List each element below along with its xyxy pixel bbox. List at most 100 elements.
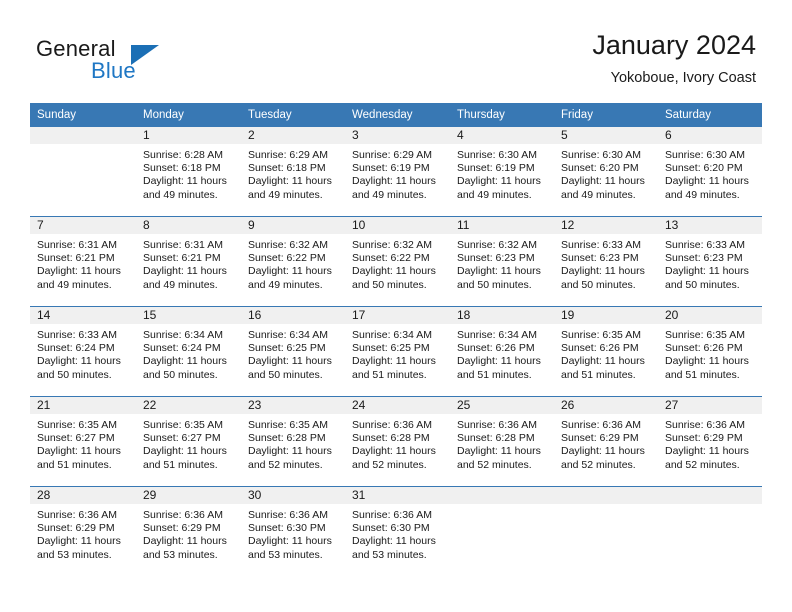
sunrise-time: Sunrise: 6:34 AM [457,329,537,341]
calendar-cell-day[interactable]: 5 Sunrise: 6:30 AM Sunset: 6:20 PM Daylight… [554,127,658,217]
sunrise-time: Sunrise: 6:36 AM [143,509,223,521]
sunset-time: Sunset: 6:26 PM [457,342,535,355]
day-number: 30 [241,487,345,504]
weekday-header-tuesday: Tuesday [241,103,345,127]
day-cell: 14 Sunrise: 6:33 AM Sunset: 6:24 PM Dayligh… [30,307,136,396]
weekday-header-sunday: Sunday [30,103,136,127]
calendar-cell-day[interactable]: 16 Sunrise: 6:34 AM Sunset: 6:25 PM Dayligh… [241,306,345,397]
day-details: Sunrise: 6:34 AM Sunset: 6:26 PM Daylight:… [450,324,554,382]
calendar-cell-day[interactable]: 9 Sunrise: 6:32 AM Sunset: 6:22 PM Daylight… [241,216,345,307]
day-cell: 13 Sunrise: 6:33 AM Sunset: 6:23 PM Dayligh… [658,217,762,306]
daylight-duration-line2: and 53 minutes. [352,548,427,561]
calendar-cell-day[interactable]: 28 Sunrise: 6:36 AM Sunset: 6:29 PM Dayligh… [30,486,136,576]
day-cell: 30 Sunrise: 6:36 AM Sunset: 6:30 PM Dayligh… [241,487,345,576]
daylight-duration-line2: and 52 minutes. [665,458,740,471]
sunrise-time: Sunrise: 6:36 AM [248,509,328,521]
sunrise-time: Sunrise: 6:28 AM [143,149,223,161]
calendar-cell-empty [450,486,554,576]
daylight-duration-line1: Daylight: 11 hours [37,535,121,548]
calendar-cell-day[interactable]: 15 Sunrise: 6:34 AM Sunset: 6:24 PM Dayligh… [136,306,241,397]
day-number: 26 [554,397,658,414]
calendar-cell-day[interactable]: 7 Sunrise: 6:31 AM Sunset: 6:21 PM Daylight… [30,216,136,307]
calendar-cell-day[interactable]: 4 Sunrise: 6:30 AM Sunset: 6:19 PM Daylight… [450,127,554,217]
daylight-duration-line2: and 51 minutes. [561,368,636,381]
day-number: 22 [136,397,241,414]
daylight-duration-line2: and 49 minutes. [665,188,740,201]
day-details: Sunrise: 6:34 AM Sunset: 6:25 PM Daylight:… [345,324,450,382]
daylight-duration-line2: and 51 minutes. [665,368,740,381]
day-cell [450,487,554,576]
sunset-time: Sunset: 6:25 PM [248,342,326,355]
sunrise-time: Sunrise: 6:33 AM [665,239,745,251]
daylight-duration-line2: and 51 minutes. [37,458,112,471]
calendar-cell-day[interactable]: 2 Sunrise: 6:29 AM Sunset: 6:18 PM Daylight… [241,127,345,217]
calendar-cell-day[interactable]: 8 Sunrise: 6:31 AM Sunset: 6:21 PM Daylight… [136,216,241,307]
day-details: Sunrise: 6:33 AM Sunset: 6:23 PM Daylight:… [554,234,658,292]
daylight-duration-line1: Daylight: 11 hours [143,355,227,368]
sunrise-time: Sunrise: 6:35 AM [143,419,223,431]
calendar-week-row: 14 Sunrise: 6:33 AM Sunset: 6:24 PM Dayligh… [30,306,762,397]
day-cell: 10 Sunrise: 6:32 AM Sunset: 6:22 PM Dayligh… [345,217,450,306]
calendar-cell-day[interactable]: 6 Sunrise: 6:30 AM Sunset: 6:20 PM Daylight… [658,127,762,217]
calendar-cell-day[interactable]: 29 Sunrise: 6:36 AM Sunset: 6:29 PM Dayligh… [136,486,241,576]
calendar-cell-empty [554,486,658,576]
day-details: Sunrise: 6:33 AM Sunset: 6:23 PM Daylight:… [658,234,762,292]
day-cell: 16 Sunrise: 6:34 AM Sunset: 6:25 PM Dayligh… [241,307,345,396]
daylight-duration-line1: Daylight: 11 hours [665,445,749,458]
sunset-time: Sunset: 6:20 PM [561,162,639,175]
calendar-cell-day[interactable]: 25 Sunrise: 6:36 AM Sunset: 6:28 PM Dayligh… [450,396,554,487]
day-number: 2 [241,127,345,144]
sunrise-time: Sunrise: 6:30 AM [665,149,745,161]
calendar-body: 1 Sunrise: 6:28 AM Sunset: 6:18 PM Daylight… [30,127,762,576]
daylight-duration-line1: Daylight: 11 hours [248,535,332,548]
calendar-cell-day[interactable]: 19 Sunrise: 6:35 AM Sunset: 6:26 PM Dayligh… [554,306,658,397]
day-number [450,487,554,504]
calendar-cell-day[interactable]: 1 Sunrise: 6:28 AM Sunset: 6:18 PM Daylight… [136,127,241,217]
day-cell: 24 Sunrise: 6:36 AM Sunset: 6:28 PM Dayligh… [345,397,450,486]
calendar-cell-day[interactable]: 20 Sunrise: 6:35 AM Sunset: 6:26 PM Dayligh… [658,306,762,397]
calendar-cell-day[interactable]: 27 Sunrise: 6:36 AM Sunset: 6:29 PM Dayligh… [658,396,762,487]
day-cell: 3 Sunrise: 6:29 AM Sunset: 6:19 PM Daylight… [345,127,450,216]
day-details: Sunrise: 6:36 AM Sunset: 6:28 PM Daylight:… [345,414,450,472]
daylight-duration-line2: and 49 minutes. [561,188,636,201]
daylight-duration-line2: and 52 minutes. [248,458,323,471]
calendar-cell-day[interactable]: 18 Sunrise: 6:34 AM Sunset: 6:26 PM Dayligh… [450,306,554,397]
calendar-cell-day[interactable]: 3 Sunrise: 6:29 AM Sunset: 6:19 PM Daylight… [345,127,450,217]
daylight-duration-line1: Daylight: 11 hours [561,265,645,278]
calendar-cell-day[interactable]: 11 Sunrise: 6:32 AM Sunset: 6:23 PM Dayligh… [450,216,554,307]
daylight-duration-line1: Daylight: 11 hours [37,445,121,458]
day-details: Sunrise: 6:36 AM Sunset: 6:29 PM Daylight:… [30,504,136,562]
day-details: Sunrise: 6:36 AM Sunset: 6:29 PM Daylight:… [136,504,241,562]
day-details: Sunrise: 6:32 AM Sunset: 6:22 PM Daylight:… [241,234,345,292]
calendar-cell-day[interactable]: 14 Sunrise: 6:33 AM Sunset: 6:24 PM Dayligh… [30,306,136,397]
daylight-duration-line1: Daylight: 11 hours [143,535,227,548]
daylight-duration-line2: and 50 minutes. [37,368,112,381]
sunset-time: Sunset: 6:29 PM [561,432,639,445]
calendar-cell-day[interactable]: 12 Sunrise: 6:33 AM Sunset: 6:23 PM Dayligh… [554,216,658,307]
daylight-duration-line1: Daylight: 11 hours [143,265,227,278]
calendar-cell-day[interactable]: 10 Sunrise: 6:32 AM Sunset: 6:22 PM Dayligh… [345,216,450,307]
day-number: 5 [554,127,658,144]
day-number: 29 [136,487,241,504]
day-number: 27 [658,397,762,414]
page-subtitle: Yokoboue, Ivory Coast [610,70,756,86]
calendar-cell-day[interactable]: 26 Sunrise: 6:36 AM Sunset: 6:29 PM Dayligh… [554,396,658,487]
general-blue-logo[interactable]: General Blue [36,36,256,88]
calendar-cell-day[interactable]: 17 Sunrise: 6:34 AM Sunset: 6:25 PM Dayligh… [345,306,450,397]
sunrise-time: Sunrise: 6:32 AM [248,239,328,251]
daylight-duration-line1: Daylight: 11 hours [248,175,332,188]
calendar-cell-day[interactable]: 24 Sunrise: 6:36 AM Sunset: 6:28 PM Dayligh… [345,396,450,487]
calendar-cell-day[interactable]: 23 Sunrise: 6:35 AM Sunset: 6:28 PM Dayligh… [241,396,345,487]
day-number: 11 [450,217,554,234]
calendar-cell-day[interactable]: 13 Sunrise: 6:33 AM Sunset: 6:23 PM Dayligh… [658,216,762,307]
calendar-cell-day[interactable]: 21 Sunrise: 6:35 AM Sunset: 6:27 PM Dayligh… [30,396,136,487]
day-number: 8 [136,217,241,234]
sunrise-time: Sunrise: 6:31 AM [143,239,223,251]
day-details: Sunrise: 6:35 AM Sunset: 6:27 PM Daylight:… [30,414,136,472]
day-cell [554,487,658,576]
calendar-cell-day[interactable]: 22 Sunrise: 6:35 AM Sunset: 6:27 PM Dayligh… [136,396,241,487]
calendar-cell-day[interactable]: 31 Sunrise: 6:36 AM Sunset: 6:30 PM Dayligh… [345,486,450,576]
sunrise-time: Sunrise: 6:34 AM [248,329,328,341]
calendar-cell-day[interactable]: 30 Sunrise: 6:36 AM Sunset: 6:30 PM Dayligh… [241,486,345,576]
daylight-duration-line2: and 49 minutes. [37,278,112,291]
